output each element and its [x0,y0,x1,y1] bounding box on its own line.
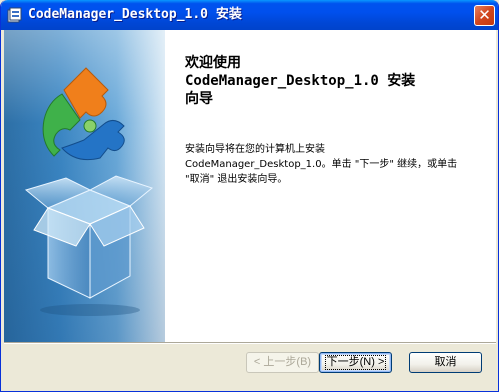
installer-icon [7,7,23,23]
side-panel-graphic [4,30,165,342]
next-button-label: 下一步(N) > [324,355,387,370]
close-icon: ✕ [478,6,491,24]
button-divider [4,342,496,344]
title-bar[interactable]: CodeManager_Desktop_1.0 安装 ✕ [1,0,498,30]
close-button[interactable]: ✕ [474,5,495,26]
welcome-description: 安装向导将在您的计算机上安装 CodeManager_Desktop_1.0。单… [185,144,458,185]
window-title: CodeManager_Desktop_1.0 安装 [28,7,242,22]
next-button[interactable]: 下一步(N) > [319,352,392,373]
box-puzzle-icon [24,67,154,316]
welcome-heading: 欢迎使用 CodeManager_Desktop_1.0 安装 向导 [185,55,416,107]
cancel-button[interactable]: 取消 [409,352,482,373]
back-button[interactable]: < 上一步(B) [246,352,319,373]
wizard-content: 欢迎使用 CodeManager_Desktop_1.0 安装 向导 安装向导将… [4,30,496,342]
installer-window: CodeManager_Desktop_1.0 安装 ✕ 欢迎使用 CodeMa… [0,0,499,392]
